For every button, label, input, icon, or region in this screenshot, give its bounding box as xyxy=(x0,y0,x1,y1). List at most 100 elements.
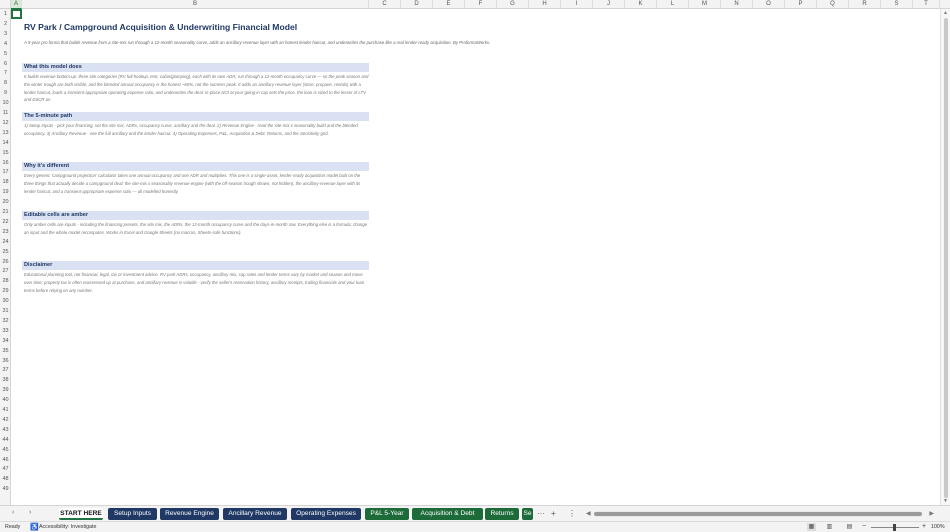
column-header-t[interactable]: T xyxy=(913,0,940,9)
sheet-options-icon[interactable]: ⋮ xyxy=(568,509,576,519)
row-header[interactable]: 8 xyxy=(0,79,10,89)
row-header[interactable]: 41 xyxy=(0,406,10,416)
column-header-j[interactable]: J xyxy=(593,0,625,9)
row-header[interactable]: 47 xyxy=(0,465,10,475)
column-header-m[interactable]: M xyxy=(689,0,721,9)
column-header-l[interactable]: L xyxy=(657,0,689,9)
column-header-c[interactable]: C xyxy=(369,0,401,9)
row-header[interactable]: 37 xyxy=(0,366,10,376)
tab-sensitivity-truncated[interactable]: Se xyxy=(522,508,533,520)
page-break-icon[interactable]: ▤ xyxy=(845,523,854,531)
row-header[interactable]: 24 xyxy=(0,238,10,248)
column-header-g[interactable]: G xyxy=(497,0,529,9)
tab-revenue-engine[interactable]: Revenue Engine xyxy=(160,508,219,520)
tab-acquisition-debt[interactable]: Acquisition & Debt xyxy=(412,508,483,520)
row-header[interactable]: 36 xyxy=(0,357,10,367)
row-header[interactable]: 33 xyxy=(0,327,10,337)
row-header[interactable]: 16 xyxy=(0,159,10,169)
row-header[interactable]: 22 xyxy=(0,218,10,228)
row-header[interactable]: 40 xyxy=(0,396,10,406)
row-header[interactable]: 46 xyxy=(0,456,10,466)
tab-scroll-left-icon[interactable]: ‹ xyxy=(12,509,14,516)
vertical-scrollbar[interactable]: ▲ ▼ xyxy=(940,9,950,505)
row-header[interactable]: 17 xyxy=(0,168,10,178)
column-header-a[interactable]: A xyxy=(11,0,22,9)
tab-scroll-right-icon[interactable]: › xyxy=(29,509,31,516)
row-header[interactable]: 44 xyxy=(0,436,10,446)
scroll-down-icon[interactable]: ▼ xyxy=(943,498,948,504)
column-header-r[interactable]: R xyxy=(849,0,881,9)
tab-operating-expenses[interactable]: Operating Expenses xyxy=(291,508,361,520)
zoom-slider-knob[interactable] xyxy=(893,524,896,531)
row-header[interactable]: 39 xyxy=(0,386,10,396)
page-layout-icon[interactable]: ▥ xyxy=(825,523,834,531)
scroll-right-icon[interactable]: ▶ xyxy=(929,510,934,517)
row-header[interactable]: 19 xyxy=(0,188,10,198)
column-header-q[interactable]: Q xyxy=(817,0,849,9)
row-header[interactable]: 12 xyxy=(0,119,10,129)
row-header[interactable]: 48 xyxy=(0,475,10,485)
select-all-corner[interactable] xyxy=(0,0,11,9)
column-header-e[interactable]: E xyxy=(433,0,465,9)
worksheet-grid[interactable]: RV Park / Campground Acquisition & Under… xyxy=(11,9,940,505)
column-header-s[interactable]: S xyxy=(881,0,913,9)
row-header[interactable]: 42 xyxy=(0,416,10,426)
more-sheets-icon[interactable]: ··· xyxy=(537,509,545,519)
column-header-d[interactable]: D xyxy=(401,0,433,9)
column-header-h[interactable]: H xyxy=(529,0,561,9)
row-header[interactable]: 2 xyxy=(0,20,10,30)
row-header[interactable]: 1 xyxy=(0,10,10,20)
row-header[interactable]: 27 xyxy=(0,267,10,277)
row-header[interactable]: 26 xyxy=(0,258,10,268)
tab-returns[interactable]: Returns xyxy=(485,508,519,520)
row-header[interactable]: 7 xyxy=(0,69,10,79)
row-header[interactable]: 15 xyxy=(0,149,10,159)
row-header[interactable]: 35 xyxy=(0,347,10,357)
column-header-k[interactable]: K xyxy=(625,0,657,9)
zoom-out-button[interactable]: − xyxy=(862,523,866,530)
row-header[interactable]: 10 xyxy=(0,99,10,109)
row-header[interactable]: 28 xyxy=(0,277,10,287)
row-header[interactable]: 6 xyxy=(0,60,10,70)
active-cell-a1[interactable] xyxy=(11,9,22,19)
column-header-f[interactable]: F xyxy=(465,0,497,9)
tab-pl-5-year[interactable]: P&L 5-Year xyxy=(365,508,409,520)
row-header[interactable]: 3 xyxy=(0,30,10,40)
row-header[interactable]: 9 xyxy=(0,89,10,99)
row-header[interactable]: 25 xyxy=(0,248,10,258)
zoom-in-button[interactable]: + xyxy=(922,523,926,530)
row-header[interactable]: 21 xyxy=(0,208,10,218)
row-header[interactable]: 45 xyxy=(0,446,10,456)
row-header[interactable]: 20 xyxy=(0,198,10,208)
tab-start-here[interactable]: START HERE xyxy=(59,508,103,520)
row-header[interactable]: 30 xyxy=(0,297,10,307)
row-header[interactable]: 13 xyxy=(0,129,10,139)
scroll-up-icon[interactable]: ▲ xyxy=(943,10,948,16)
row-header[interactable]: 11 xyxy=(0,109,10,119)
row-header[interactable]: 31 xyxy=(0,307,10,317)
row-header[interactable]: 34 xyxy=(0,337,10,347)
zoom-level[interactable]: 100% xyxy=(931,524,945,530)
horizontal-scroll-thumb[interactable] xyxy=(594,512,922,516)
grid-view-icon[interactable]: ▦ xyxy=(807,523,816,531)
tab-ancillary-revenue[interactable]: Ancillary Revenue xyxy=(223,508,287,520)
vertical-scroll-thumb[interactable] xyxy=(944,18,948,498)
column-header-b[interactable]: B xyxy=(22,0,369,9)
row-header[interactable]: 18 xyxy=(0,178,10,188)
row-header[interactable]: 43 xyxy=(0,426,10,436)
scroll-left-icon[interactable]: ◀ xyxy=(586,510,591,517)
column-header-p[interactable]: P xyxy=(785,0,817,9)
row-header[interactable]: 32 xyxy=(0,317,10,327)
accessibility-status[interactable]: Accessibility: Investigate xyxy=(39,524,96,530)
row-header[interactable]: 49 xyxy=(0,485,10,495)
tab-setup-inputs[interactable]: Setup Inputs xyxy=(108,508,157,520)
horizontal-scrollbar[interactable]: ◀ ▶ xyxy=(586,511,934,517)
row-header[interactable]: 5 xyxy=(0,50,10,60)
column-header-i[interactable]: I xyxy=(561,0,593,9)
row-header[interactable]: 38 xyxy=(0,376,10,386)
accessibility-icon[interactable]: ♿ xyxy=(30,523,39,531)
column-header-o[interactable]: O xyxy=(753,0,785,9)
column-header-n[interactable]: N xyxy=(721,0,753,9)
row-header[interactable]: 29 xyxy=(0,287,10,297)
row-header[interactable]: 14 xyxy=(0,139,10,149)
